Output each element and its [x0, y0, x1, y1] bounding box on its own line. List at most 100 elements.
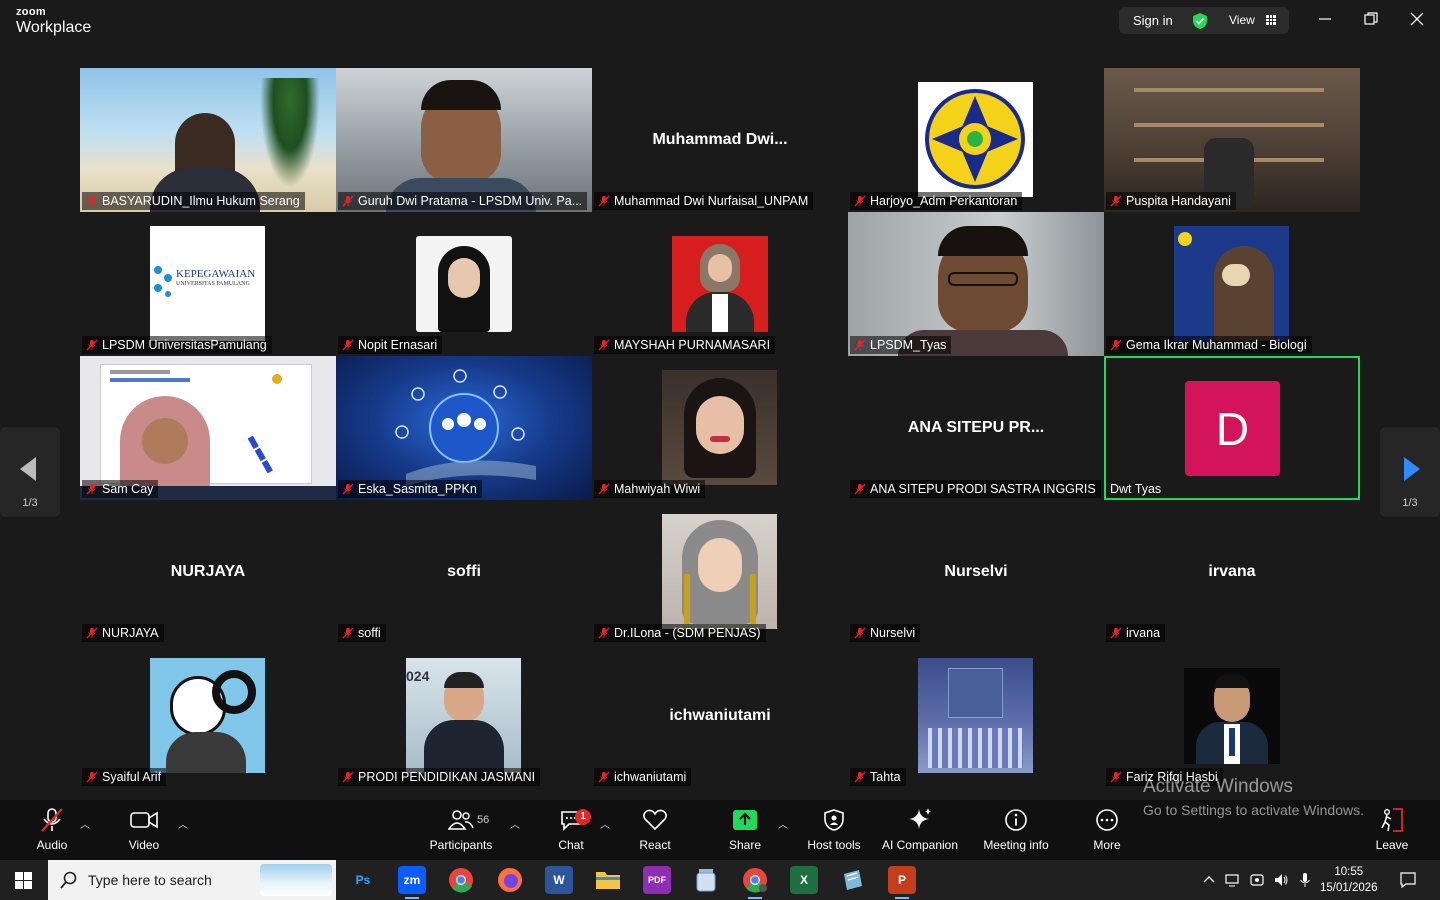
chrome-profile-icon	[743, 868, 767, 893]
participant-tile[interactable]: Sam Cay	[80, 356, 336, 500]
sign-in-button[interactable]: Sign in	[1133, 13, 1173, 28]
participant-tile[interactable]: Mahwiyah Wiwi	[592, 356, 848, 500]
participant-name: Mahwiyah Wiwi	[614, 482, 701, 496]
audio-button[interactable]: Audio	[12, 806, 92, 856]
name-label: Mahwiyah Wiwi	[594, 480, 706, 498]
next-page-button[interactable]: 1/3	[1380, 427, 1440, 517]
participant-tile[interactable]: LPSDM_Tyas	[848, 212, 1104, 356]
zoom-logo: zoom Workplace	[16, 7, 91, 36]
muted-mic-icon	[598, 195, 610, 207]
participant-tile[interactable]: MAYSHAH PURNAMASARI	[592, 212, 848, 356]
meeting-info-button[interactable]: Meeting info	[976, 806, 1056, 856]
name-label: Puspita Handayani	[1106, 192, 1236, 210]
chat-options-caret-icon[interactable]: ︿	[600, 816, 610, 831]
leave-button[interactable]: Leave	[1352, 806, 1432, 856]
taskbar-app-file-explorer[interactable]	[594, 866, 622, 894]
search-placeholder: Type here to search	[88, 872, 212, 888]
taskbar-app-excel[interactable]: X	[790, 866, 818, 894]
participant-photo	[662, 514, 777, 629]
taskbar-app-word[interactable]: W	[545, 866, 573, 894]
taskbar-app-pdf[interactable]: PDF	[643, 866, 671, 894]
page-indicator: 1/3	[22, 497, 38, 509]
previous-page-button[interactable]: 1/3	[0, 427, 60, 517]
wayang-avatar	[150, 658, 265, 773]
info-icon	[1005, 809, 1027, 831]
taskbar-app-chrome-profile[interactable]	[741, 866, 769, 899]
chevron-up-icon[interactable]	[1201, 872, 1217, 888]
network-icon[interactable]	[1225, 872, 1241, 888]
share-options-caret-icon[interactable]: ︿	[778, 816, 788, 831]
watermark-title: Activate Windows	[1143, 776, 1293, 797]
taskbar-app-photoshop[interactable]: Ps	[349, 866, 377, 894]
chevron-right-icon	[1404, 457, 1420, 481]
meet-now-icon[interactable]	[1249, 872, 1265, 888]
video-button[interactable]: Video	[104, 806, 184, 856]
taskbar-app-utility[interactable]	[692, 866, 720, 894]
chat-button[interactable]: Chat	[531, 806, 611, 856]
minimize-icon[interactable]	[1317, 11, 1333, 27]
notification-center-icon[interactable]	[1399, 871, 1417, 889]
video-options-caret-icon[interactable]: ︿	[178, 816, 188, 831]
ai-companion-button[interactable]: AI Companion	[880, 806, 960, 856]
taskbar-search-box[interactable]: Type here to search	[48, 860, 336, 900]
participant-tile[interactable]: Eska_Sasmita_PPKn	[336, 356, 592, 500]
campus-photo-avatar	[918, 658, 1033, 773]
participant-tile[interactable]: Nopit Ernasari	[336, 212, 592, 356]
encryption-shield-icon[interactable]	[1191, 12, 1209, 30]
participant-tile[interactable]: irvana irvana	[1104, 500, 1360, 644]
react-button[interactable]: React	[615, 806, 695, 856]
participant-tile-active-speaker[interactable]: D Dwt Tyas	[1104, 356, 1360, 500]
name-label: Dr.ILona - (SDM PENJAS)	[594, 624, 766, 642]
taskbar-app-zoom[interactable]: zm	[398, 866, 426, 899]
more-button[interactable]: More	[1067, 806, 1147, 856]
powerpoint-icon: P	[897, 873, 906, 887]
name-label: Muhammad Dwi Nurfaisal_UNPAM	[594, 192, 814, 210]
participant-tile[interactable]: Tahta	[848, 644, 1104, 788]
view-button[interactable]: View	[1229, 13, 1255, 27]
name-label: Guruh Dwi Pratama - LPSDM Univ. Pa...	[338, 192, 588, 210]
participant-tile[interactable]: Dr.ILona - (SDM PENJAS)	[592, 500, 848, 644]
participant-tile[interactable]: NURJAYA NURJAYA	[80, 500, 336, 644]
participant-display-name: irvana	[1208, 563, 1256, 580]
volume-icon[interactable]	[1273, 872, 1289, 888]
participant-tile[interactable]: Muhammad Dwi... Muhammad Dwi Nurfaisal_U…	[592, 68, 848, 212]
windows-start-icon[interactable]	[15, 872, 32, 889]
host-tools-label: Host tools	[807, 838, 861, 852]
system-clock[interactable]: 10:55 15/01/2026	[1320, 864, 1378, 896]
host-tools-button[interactable]: Host tools	[794, 806, 874, 856]
audio-options-caret-icon[interactable]: ︿	[80, 816, 90, 831]
participant-tile[interactable]: ichwaniutami ichwaniutami	[592, 644, 848, 788]
grid-view-icon[interactable]	[1266, 15, 1276, 25]
logo-text: KEPEGAWAIAN	[176, 268, 256, 280]
heart-icon	[643, 809, 667, 831]
participant-tile[interactable]: ANA SITEPU PR... ANA SITEPU PRODI SASTRA…	[848, 356, 1104, 500]
muted-mic-icon	[86, 627, 98, 639]
participant-tile[interactable]: KEPEGAWAIAN UNIVERSITAS PAMULANG LPSDM U…	[80, 212, 336, 356]
taskbar-app-firefox[interactable]	[496, 866, 524, 894]
close-icon[interactable]	[1409, 11, 1425, 27]
name-label: Syaiful Arif	[82, 768, 167, 786]
participant-tile[interactable]: Harjoyo_Adm Perkantoran	[848, 68, 1104, 212]
participant-tile[interactable]: Nurselvi Nurselvi	[848, 500, 1104, 644]
microphone-icon[interactable]	[1297, 872, 1313, 888]
participant-tile[interactable]: Guruh Dwi Pratama - LPSDM Univ. Pa...	[336, 68, 592, 212]
participant-tile[interactable]: BASYARUDIN_Ilmu Hukum Serang	[80, 68, 336, 212]
taskbar-app-notes[interactable]	[839, 866, 867, 894]
participant-tile[interactable]: Gema Ikrar Muhammad - Biologi	[1104, 212, 1360, 356]
participant-name: soffi	[358, 626, 381, 640]
shield-icon	[824, 809, 844, 831]
account-view-pill: Sign in View	[1119, 7, 1289, 34]
name-label: ANA SITEPU PRODI SASTRA INGGRIS	[850, 480, 1101, 498]
participant-tile[interactable]: Puspita Handayani	[1104, 68, 1360, 212]
muted-mic-icon	[86, 339, 98, 351]
share-button[interactable]: Share	[705, 806, 785, 856]
participant-tile[interactable]: 024 PRODI PENDIDIKAN JASMANI	[336, 644, 592, 788]
participant-tile[interactable]: Syaiful Arif	[80, 644, 336, 788]
participants-options-caret-icon[interactable]: ︿	[510, 816, 520, 831]
taskbar-app-chrome[interactable]	[447, 866, 475, 894]
name-label: LPSDM UniversitasPamulang	[82, 336, 272, 354]
participant-tile[interactable]: Fariz Rifqi Hasbi	[1104, 644, 1360, 788]
taskbar-app-powerpoint[interactable]: P	[888, 866, 916, 899]
restore-icon[interactable]	[1363, 11, 1379, 27]
participant-tile[interactable]: soffi soffi	[336, 500, 592, 644]
